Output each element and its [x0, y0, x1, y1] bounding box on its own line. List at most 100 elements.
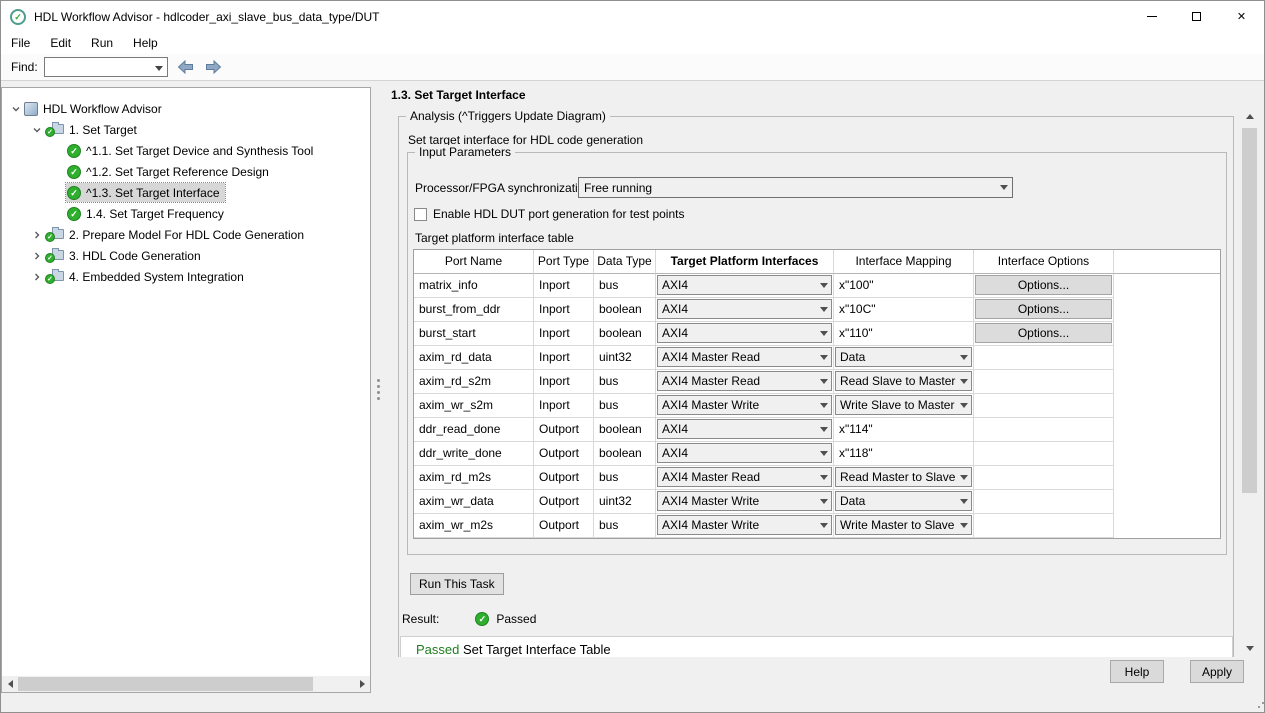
interface-mapping-dropdown[interactable]: Data [835, 347, 972, 367]
analysis-groupbox: Analysis (^Triggers Update Diagram) Set … [398, 116, 1234, 657]
arrow-down-icon [1246, 646, 1254, 651]
vertical-scrollbar [1241, 108, 1258, 657]
close-button[interactable]: ✕ [1219, 1, 1264, 32]
apply-button[interactable]: Apply [1190, 660, 1244, 683]
task-title: 1.3. Set Target Interface [391, 88, 526, 102]
target-interface-dropdown[interactable]: AXI4 [657, 419, 832, 439]
target-interface-dropdown[interactable]: AXI4 Master Write [657, 515, 832, 535]
table-row: axim_wr_s2m Inport bus AXI4 Master Write… [414, 394, 1220, 418]
run-this-task-button[interactable]: Run This Task [410, 573, 504, 595]
panel-splitter[interactable] [371, 87, 386, 693]
port-name-cell: axim_wr_m2s [414, 514, 534, 538]
find-previous-button[interactable] [176, 58, 196, 76]
scroll-left-button[interactable] [2, 676, 18, 692]
scroll-up-button[interactable] [1241, 108, 1258, 125]
chevron-down-icon [956, 475, 971, 480]
menu-help[interactable]: Help [123, 32, 168, 54]
sync-dropdown[interactable]: Free running [578, 177, 1013, 198]
tree-item-set-target-frequency[interactable]: ✓1.4. Set Target Frequency [2, 203, 370, 224]
interface-mapping-cell: x"110" [834, 322, 974, 346]
tree-item-set-target-device[interactable]: ✓^1.1. Set Target Device and Synthesis T… [2, 140, 370, 161]
passed-check-icon: ✓ [475, 612, 489, 626]
menu-edit[interactable]: Edit [40, 32, 81, 54]
menu-file[interactable]: File [1, 32, 40, 54]
port-type-cell: Inport [534, 274, 594, 298]
menu-run[interactable]: Run [81, 32, 123, 54]
table-filler [1114, 394, 1220, 418]
tree-item-prepare-model[interactable]: ✓2. Prepare Model For HDL Code Generatio… [2, 224, 370, 245]
scroll-right-button[interactable] [354, 676, 370, 692]
chevron-down-icon [816, 379, 831, 384]
target-interface-dropdown[interactable]: AXI4 Master Write [657, 491, 832, 511]
target-interface-dropdown[interactable]: AXI4 Master Read [657, 371, 832, 391]
tree-item-embedded-system-integration[interactable]: ✓4. Embedded System Integration [2, 266, 370, 287]
port-type-cell: Outport [534, 442, 594, 466]
interface-mapping-dropdown[interactable]: Write Slave to Master Bu [835, 395, 972, 415]
data-type-cell: bus [594, 394, 656, 418]
interface-mapping-dropdown[interactable]: Write Master to Slave Bu [835, 515, 972, 535]
window-title: HDL Workflow Advisor - hdlcoder_axi_slav… [34, 10, 380, 24]
target-interface-cell: AXI4 Master Write [656, 394, 834, 418]
target-interface-dropdown[interactable]: AXI4 Master Read [657, 467, 832, 487]
resize-grip[interactable] [1258, 706, 1260, 708]
interface-mapping-cell: x"10C" [834, 298, 974, 322]
port-name-cell: axim_rd_m2s [414, 466, 534, 490]
scroll-down-button[interactable] [1241, 640, 1258, 657]
maximize-button[interactable] [1174, 1, 1219, 32]
interface-options-cell: Options... [974, 298, 1114, 322]
minimize-button[interactable] [1129, 1, 1174, 32]
target-interface-dropdown[interactable]: AXI4 [657, 323, 832, 343]
tree-item-label: HDL Workflow Advisor [43, 102, 162, 116]
result-report: Passed Set Target Interface Table [400, 636, 1233, 657]
chevron-right-icon[interactable] [29, 227, 44, 242]
interface-mapping-cell: Data [834, 346, 974, 370]
target-interface-dropdown[interactable]: AXI4 Master Write [657, 395, 832, 415]
target-interface-dropdown[interactable]: AXI4 Master Read [657, 347, 832, 367]
interface-mapping-dropdown[interactable]: Read Master to Slave Bu [835, 467, 972, 487]
test-points-checkbox[interactable] [414, 208, 427, 221]
chevron-right-icon[interactable] [29, 269, 44, 284]
port-name-cell: axim_rd_data [414, 346, 534, 370]
back-arrow-icon [177, 60, 194, 74]
target-interface-dropdown[interactable]: AXI4 [657, 443, 832, 463]
help-button[interactable]: Help [1110, 660, 1164, 683]
table-filler [1114, 490, 1220, 514]
tree-item-set-target-interface[interactable]: ✓^1.3. Set Target Interface [2, 182, 370, 203]
find-input[interactable] [44, 57, 168, 77]
tree-item-hdl-code-generation[interactable]: ✓3. HDL Code Generation [2, 245, 370, 266]
target-interface-dropdown[interactable]: AXI4 [657, 275, 832, 295]
vertical-scroll-thumb[interactable] [1242, 128, 1257, 493]
dropdown-value: Write Slave to Master Bu [836, 395, 956, 415]
workflow-tree-panel: HDL Workflow Advisor ✓1. Set Target ✓^1.… [1, 87, 371, 693]
interface-mapping-dropdown[interactable]: Data [835, 491, 972, 511]
data-type-cell: uint32 [594, 490, 656, 514]
interface-mapping-cell: Read Master to Slave Bu [834, 466, 974, 490]
table-row: axim_wr_m2s Outport bus AXI4 Master Writ… [414, 514, 1220, 538]
interface-options-cell [974, 466, 1114, 490]
chevron-down-icon [956, 523, 971, 528]
port-name-cell: axim_wr_s2m [414, 394, 534, 418]
options-button[interactable]: Options... [975, 275, 1112, 295]
target-interface-dropdown[interactable]: AXI4 [657, 299, 832, 319]
options-button[interactable]: Options... [975, 323, 1112, 343]
chevron-right-icon[interactable] [29, 248, 44, 263]
table-filler [1114, 298, 1220, 322]
dropdown-value: AXI4 Master Write [658, 395, 816, 415]
dropdown-value: Read Slave to Master Bu [836, 371, 956, 391]
interface-mapping-dropdown[interactable]: Read Slave to Master Bu [835, 371, 972, 391]
status-bar [1, 693, 1264, 712]
result-status: Passed [496, 612, 536, 626]
chevron-down-icon[interactable] [29, 122, 44, 137]
table-filler [1114, 442, 1220, 466]
find-next-button[interactable] [204, 58, 224, 76]
tree-item-set-target-reference-design[interactable]: ✓^1.2. Set Target Reference Design [2, 161, 370, 182]
chevron-down-icon [816, 451, 831, 456]
interface-options-cell [974, 394, 1114, 418]
tree-item-set-target[interactable]: ✓1. Set Target [2, 119, 370, 140]
interface-options-cell: Options... [974, 322, 1114, 346]
horizontal-scroll-thumb[interactable] [18, 677, 313, 691]
chevron-down-icon[interactable] [8, 101, 23, 116]
options-button[interactable]: Options... [975, 299, 1112, 319]
result-row: Result: ✓ Passed [402, 612, 536, 626]
tree-item-hdl-workflow-advisor[interactable]: HDL Workflow Advisor [2, 98, 370, 119]
